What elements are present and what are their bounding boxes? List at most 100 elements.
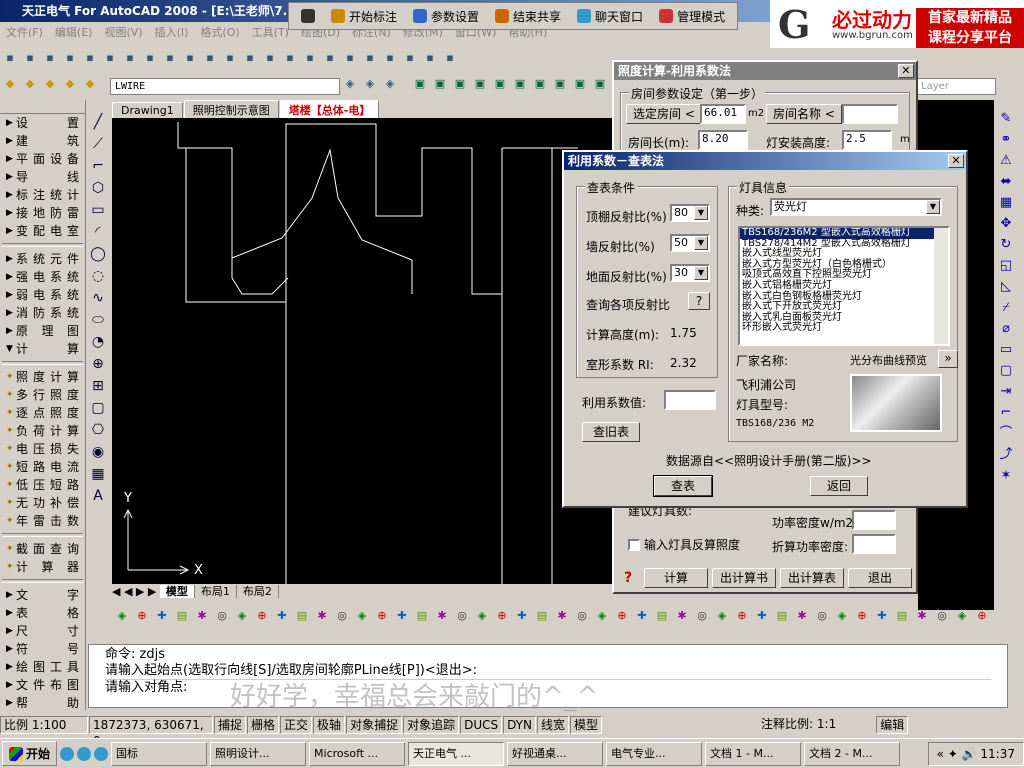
scale-display[interactable]: 比例 1:100 <box>0 715 88 734</box>
tab-nav-icons[interactable]: ◀ ◀ ▶ ▶ <box>112 585 160 598</box>
side-menu-item[interactable]: ✦ 低压短路 <box>0 476 85 494</box>
meeting-toolbar-item[interactable]: 结束共享 <box>489 6 567 27</box>
layer-tool-icon[interactable]: ▣ <box>531 75 549 93</box>
side-menu-item[interactable]: ✦ 负荷计算 <box>0 422 85 440</box>
side-menu-item[interactable]: ▶ 文 字 <box>0 586 85 604</box>
bulb-icon[interactable]: ◆ <box>21 75 39 93</box>
tz-tool-icon[interactable]: ⊕ <box>973 607 991 625</box>
draw-tool-icon[interactable]: ⟋ <box>88 134 108 154</box>
media-icon[interactable] <box>94 746 109 761</box>
side-menu-item[interactable]: ▶ 建 筑 <box>0 132 85 150</box>
side-menu-item[interactable]: ✦ 短路电流 <box>0 458 85 476</box>
tz-tool-icon[interactable]: ◎ <box>213 607 231 625</box>
tz-tool-icon[interactable]: ▤ <box>773 607 791 625</box>
modify-tool-icon[interactable]: ⌐ <box>996 403 1016 423</box>
preview-icon[interactable]: ▪ <box>81 49 99 67</box>
side-menu-item[interactable]: ▶ 标注统计 <box>0 186 85 204</box>
tz-tool-icon[interactable]: ✚ <box>753 607 771 625</box>
menu-item[interactable]: 插入(I) <box>149 22 195 44</box>
draw-tool-icon[interactable]: ⊕ <box>88 354 108 374</box>
ceiling-reflect-select[interactable]: 80 ▼ <box>670 204 710 222</box>
tz-tool-icon[interactable]: ◈ <box>353 607 371 625</box>
tz-tool-icon[interactable]: ◈ <box>593 607 611 625</box>
status-toggle[interactable]: 栅格 <box>247 715 280 734</box>
draw-tool-icon[interactable]: ⬭ <box>88 310 108 330</box>
draw-tool-icon[interactable]: ⌐ <box>88 156 108 176</box>
modify-tool-icon[interactable]: ✶ <box>996 466 1016 486</box>
publish-icon[interactable]: ▪ <box>101 49 119 67</box>
draw-tool-icon[interactable]: A <box>88 486 108 506</box>
layer-manager-icon[interactable]: ◆ <box>1 75 19 93</box>
help-icon[interactable]: ▪ <box>441 49 459 67</box>
layer-tool-icon[interactable]: ▣ <box>571 75 589 93</box>
curve-preview-button[interactable]: » <box>938 350 958 368</box>
markup-icon[interactable]: ▪ <box>401 49 419 67</box>
anno-scale[interactable]: 注释比例: 1:1 <box>761 717 836 731</box>
tz-tool-icon[interactable]: ◈ <box>113 607 131 625</box>
side-menu-item[interactable]: ✦ 电压损失 <box>0 440 85 458</box>
status-toggle[interactable]: 正交 <box>280 715 313 734</box>
area-field[interactable]: 66.01 <box>700 104 746 124</box>
draw-tool-icon[interactable]: ⊞ <box>88 376 108 396</box>
side-menu-item[interactable]: ▶ 文件布图 <box>0 676 85 694</box>
status-toggle[interactable]: 模型 <box>570 715 603 734</box>
taskbar-button[interactable]: Microsoft ... <box>309 741 406 766</box>
tz-tool-icon[interactable]: ▤ <box>293 607 311 625</box>
undo-icon[interactable]: ▪ <box>201 49 219 67</box>
tz-tool-icon[interactable]: ◎ <box>693 607 711 625</box>
floor-reflect-select[interactable]: 30 ▼ <box>670 264 710 282</box>
tool-palette-icon[interactable]: ▪ <box>361 49 379 67</box>
tz-tool-icon[interactable]: ▤ <box>533 607 551 625</box>
modify-tool-icon[interactable]: ▢ <box>996 361 1016 381</box>
match-icon[interactable]: ▪ <box>181 49 199 67</box>
side-menu-item[interactable]: ✦ 逐点照度 <box>0 404 85 422</box>
draw-tool-icon[interactable]: ╱ <box>88 112 108 132</box>
layout-tab[interactable]: 布局2 <box>236 585 279 598</box>
tz-tool-icon[interactable]: ✚ <box>513 607 531 625</box>
help-icon[interactable]: ? <box>624 570 632 586</box>
dialog2-close-button[interactable]: ✕ <box>948 154 964 168</box>
modify-tool-icon[interactable]: ◱ <box>996 256 1016 276</box>
drawing-canvas[interactable]: X Y <box>112 118 612 584</box>
tz-tool-icon[interactable]: ✚ <box>393 607 411 625</box>
modify-tool-icon[interactable]: ⌒ <box>996 424 1016 444</box>
lamp-type-select[interactable]: 荧光灯 ▼ <box>770 198 942 216</box>
tz-tool-icon[interactable]: ⊕ <box>253 607 271 625</box>
sun-icon[interactable]: ◆ <box>41 75 59 93</box>
tz-tool-icon[interactable]: ◎ <box>813 607 831 625</box>
tz-tool-icon[interactable]: ⊕ <box>133 607 151 625</box>
modify-tool-icon[interactable]: ⬌ <box>996 172 1016 192</box>
modify-tool-icon[interactable]: ▦ <box>996 193 1016 213</box>
util-coef-field[interactable] <box>664 390 716 410</box>
pan-icon[interactable]: ▪ <box>241 49 259 67</box>
menu-item[interactable]: 编辑(E) <box>49 22 99 44</box>
color-icon[interactable]: ◆ <box>81 75 99 93</box>
output-table-button[interactable]: 出计算表 <box>780 568 844 588</box>
side-menu-item[interactable]: ✦ 年雷击数 <box>0 512 85 530</box>
tz-tool-icon[interactable]: ✱ <box>193 607 211 625</box>
modify-tool-icon[interactable]: ⌿ <box>996 298 1016 318</box>
tz-tool-icon[interactable]: ✱ <box>313 607 331 625</box>
layer-tool-icon[interactable]: ▣ <box>431 75 449 93</box>
side-menu-item[interactable]: ▶ 原 理 图 <box>0 322 85 340</box>
side-menu-item[interactable]: ▶ 表 格 <box>0 604 85 622</box>
query-button[interactable]: 查表 <box>653 475 713 497</box>
status-toggle[interactable]: 捕捉 <box>214 715 247 734</box>
chevron-down-icon[interactable]: ▼ <box>694 206 708 220</box>
tz-tool-icon[interactable]: ⊕ <box>613 607 631 625</box>
chevron-down-icon[interactable]: ▼ <box>694 266 708 280</box>
taskbar-button[interactable]: 照明设计... <box>210 741 307 766</box>
properties-icon[interactable]: ▪ <box>321 49 339 67</box>
modify-tool-icon[interactable]: ⚭ <box>996 130 1016 150</box>
layer-right-dropdown[interactable]: Layer <box>916 78 996 95</box>
status-toggle[interactable]: 对象追踪 <box>403 715 460 734</box>
print-icon[interactable]: ▪ <box>61 49 79 67</box>
layer-iso-icon[interactable]: ◈ <box>381 75 399 93</box>
tz-tool-icon[interactable]: ✚ <box>153 607 171 625</box>
chevron-down-icon[interactable]: ▼ <box>694 236 708 250</box>
tz-tool-icon[interactable]: ◈ <box>233 607 251 625</box>
folder-quick-icon[interactable] <box>77 746 92 761</box>
side-menu-item[interactable]: ✦ 截面查询 <box>0 540 85 558</box>
layer-tool-icon[interactable]: ▣ <box>411 75 429 93</box>
tz-tool-icon[interactable]: ✱ <box>793 607 811 625</box>
